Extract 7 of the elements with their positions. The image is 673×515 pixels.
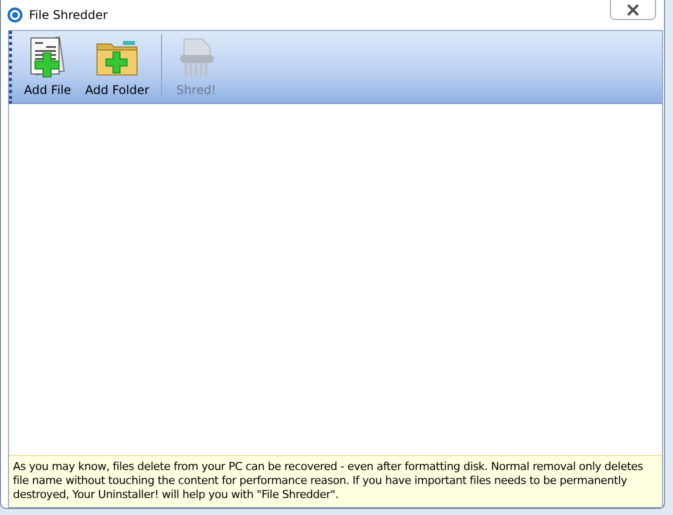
add-file-button[interactable]: Add File (18, 31, 78, 99)
add-folder-button[interactable]: Add Folder (79, 31, 156, 99)
close-icon (626, 4, 640, 16)
app-logo-icon (7, 7, 23, 23)
info-text: As you may know, files delete from your PC can be recovered - even after formatting disk. Normal removal only deletes file name without touching the content for performance reason. If you have important files needs to be permanently destroyed, Your Uninstaller! will help you with "File Shredder". (9, 455, 662, 507)
close-button[interactable] (610, 0, 656, 20)
window-title: File Shredder (29, 8, 108, 22)
